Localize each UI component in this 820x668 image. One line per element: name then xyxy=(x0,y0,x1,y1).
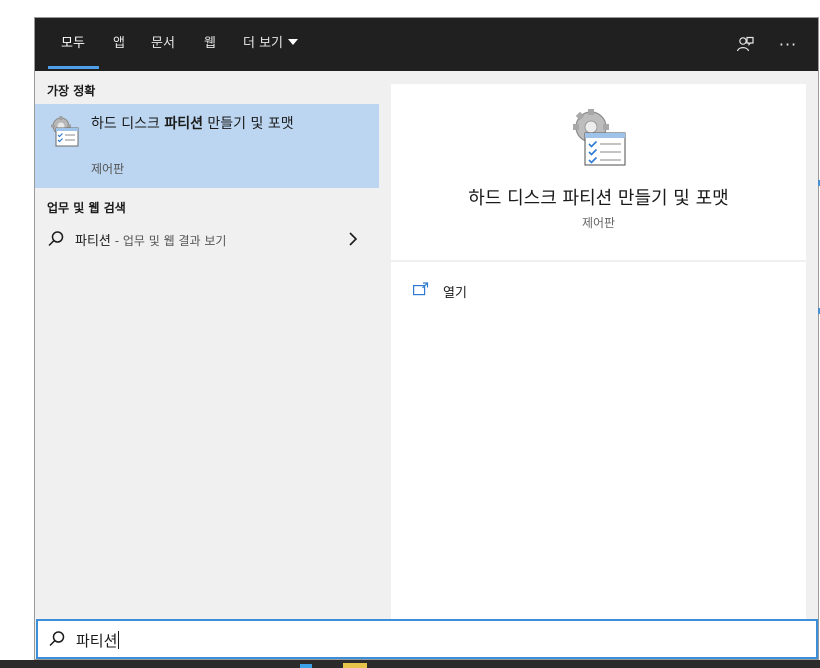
tab-documents[interactable]: 문서 xyxy=(151,36,175,52)
web-search-query: 파티션 xyxy=(75,234,111,249)
results-list: 가장 정확 하드 디스크 파티션 만들기 및 포맷 제어판 업무 및 웹 검색 … xyxy=(35,71,379,619)
start-search-window: 모두 앱 문서 웹 더 보기 ··· 가장 정확 하드 디스크 파티션 만들기 … xyxy=(34,17,819,660)
detail-title: 하드 디스크 파티션 만들기 및 포맷 xyxy=(468,188,729,209)
best-match-title: 하드 디스크 파티션 만들기 및 포맷 xyxy=(91,115,331,134)
web-search-suggestion[interactable]: 파티션 - 업무 및 웹 결과 보기 xyxy=(35,224,379,254)
best-match-title-highlight: 파티션 xyxy=(164,116,203,132)
tab-more[interactable]: 더 보기 xyxy=(243,36,299,52)
feedback-icon[interactable] xyxy=(733,32,757,56)
best-match-item[interactable]: 하드 디스크 파티션 만들기 및 포맷 제어판 xyxy=(35,104,379,188)
detail-divider xyxy=(391,260,806,262)
best-match-title-prefix: 하드 디스크 xyxy=(91,116,165,132)
open-window-icon xyxy=(413,281,429,296)
taskbar-app-icon[interactable] xyxy=(343,663,367,668)
search-input-value[interactable]: 파티션 xyxy=(76,630,120,651)
open-action[interactable]: 열기 xyxy=(413,279,613,301)
search-input[interactable]: 파티션 xyxy=(36,619,818,659)
detail-subtitle: 제어판 xyxy=(581,216,616,230)
tab-all[interactable]: 모두 xyxy=(61,36,85,52)
search-icon xyxy=(47,230,65,248)
more-options-icon[interactable]: ··· xyxy=(776,32,800,56)
taskbar xyxy=(0,660,820,668)
best-match-subtitle: 제어판 xyxy=(91,162,125,176)
active-tab-indicator xyxy=(48,66,99,69)
search-icon xyxy=(48,630,66,648)
chevron-down-icon xyxy=(288,39,299,45)
tab-web[interactable]: 웹 xyxy=(204,36,216,52)
web-search-text: 파티션 - 업무 및 웹 결과 보기 xyxy=(75,230,226,249)
tab-apps[interactable]: 앱 xyxy=(113,36,125,52)
result-detail-pane: 하드 디스크 파티션 만들기 및 포맷 제어판 열기 xyxy=(391,84,806,619)
tab-more-label: 더 보기 xyxy=(243,36,284,51)
best-match-heading: 가장 정확 xyxy=(47,84,96,98)
open-action-label: 열기 xyxy=(443,286,467,301)
search-input-text: 파티션 xyxy=(76,632,118,650)
taskbar-app-icon[interactable] xyxy=(300,664,312,668)
text-cursor xyxy=(118,631,120,649)
web-search-heading: 업무 및 웹 검색 xyxy=(47,201,126,215)
web-search-suffix: - 업무 및 웹 결과 보기 xyxy=(110,234,227,248)
search-filter-bar: 모두 앱 문서 웹 더 보기 ··· xyxy=(35,18,818,71)
control-panel-settings-icon xyxy=(569,107,631,169)
control-panel-settings-icon xyxy=(48,114,82,150)
chevron-right-icon[interactable] xyxy=(347,230,359,248)
best-match-title-suffix: 만들기 및 포맷 xyxy=(202,116,294,132)
